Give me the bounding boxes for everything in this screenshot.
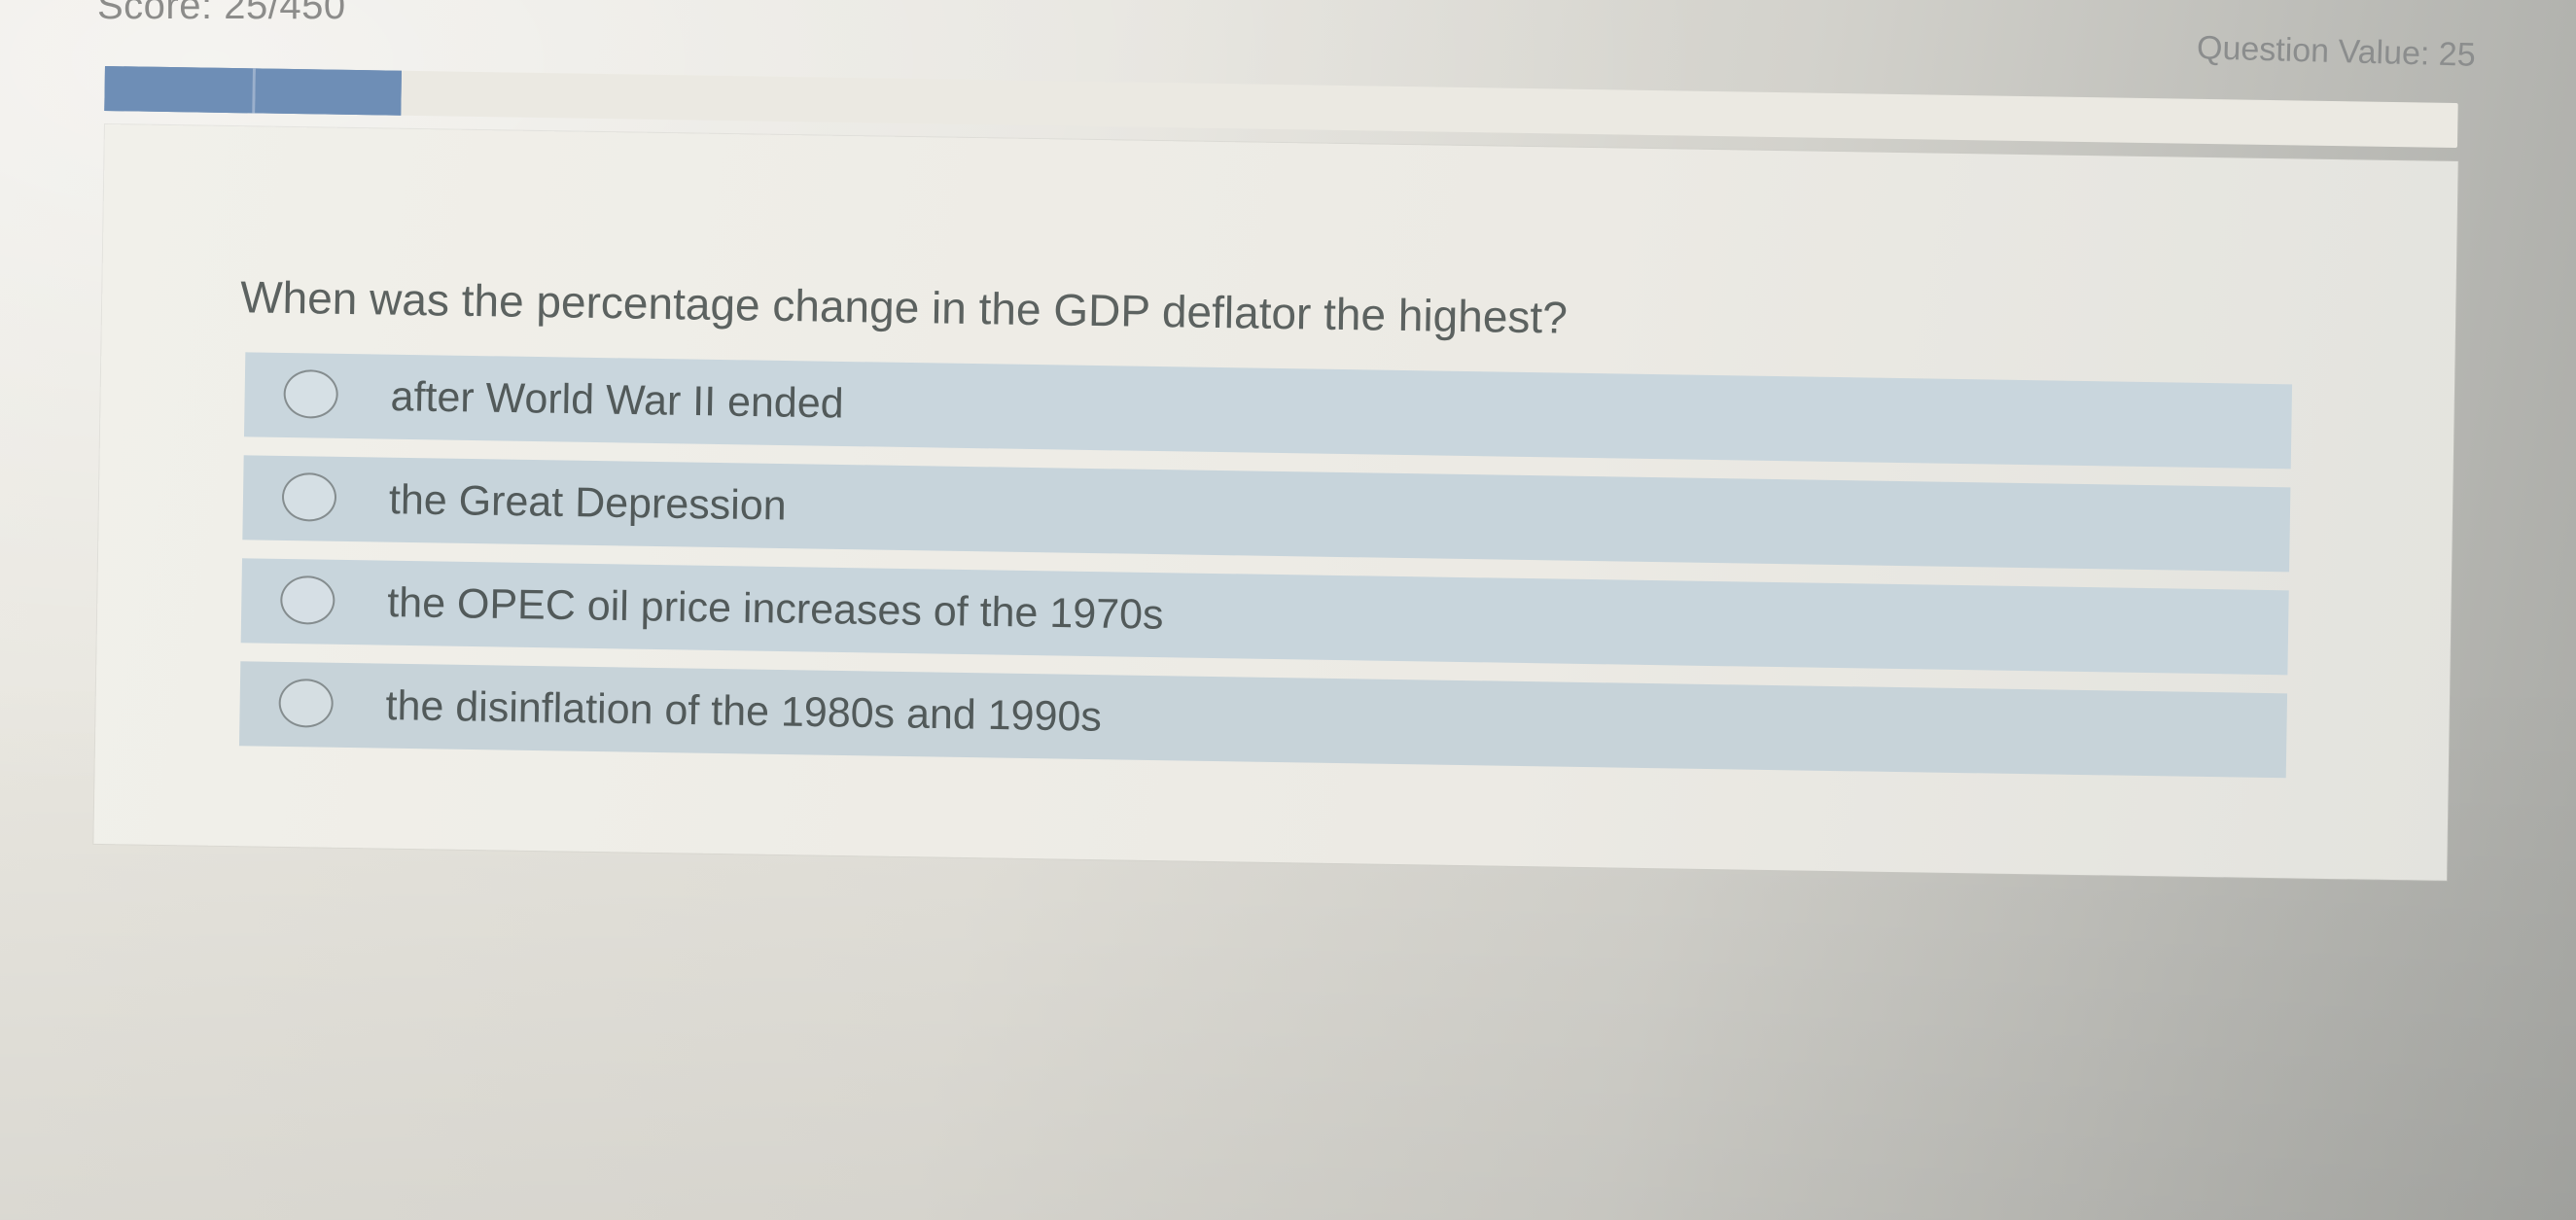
answer-option[interactable]: the disinflation of the 1980s and 1990s <box>238 661 2288 779</box>
radio-button-icon[interactable] <box>278 678 335 728</box>
radio-button-icon[interactable] <box>283 368 339 419</box>
radio-button-icon[interactable] <box>281 471 337 522</box>
progress-segment <box>255 68 402 116</box>
score-text: Score: 25/450 <box>97 0 346 27</box>
answer-option[interactable]: the OPEC oil price increases of the 1970… <box>240 558 2289 676</box>
answer-options: after World War II ended the Great Depre… <box>238 352 2293 796</box>
answer-option-label[interactable]: the OPEC oil price increases of the 1970… <box>387 579 1164 640</box>
progress-fill <box>104 66 402 116</box>
answer-option-label[interactable]: after World War II ended <box>390 373 844 428</box>
answer-option[interactable]: after World War II ended <box>243 352 2293 470</box>
progress-segment <box>104 66 256 114</box>
question-value: Question Value: 25 <box>2196 29 2477 74</box>
question-card: When was the percentage change in the GD… <box>93 124 2458 881</box>
answer-option-label[interactable]: the Great Depression <box>389 476 787 530</box>
radio-button-icon[interactable] <box>279 575 335 625</box>
answer-option-label[interactable]: the disinflation of the 1980s and 1990s <box>385 682 1102 742</box>
answer-option[interactable]: the Great Depression <box>242 455 2291 573</box>
question-text: When was the percentage change in the GD… <box>239 271 1569 343</box>
